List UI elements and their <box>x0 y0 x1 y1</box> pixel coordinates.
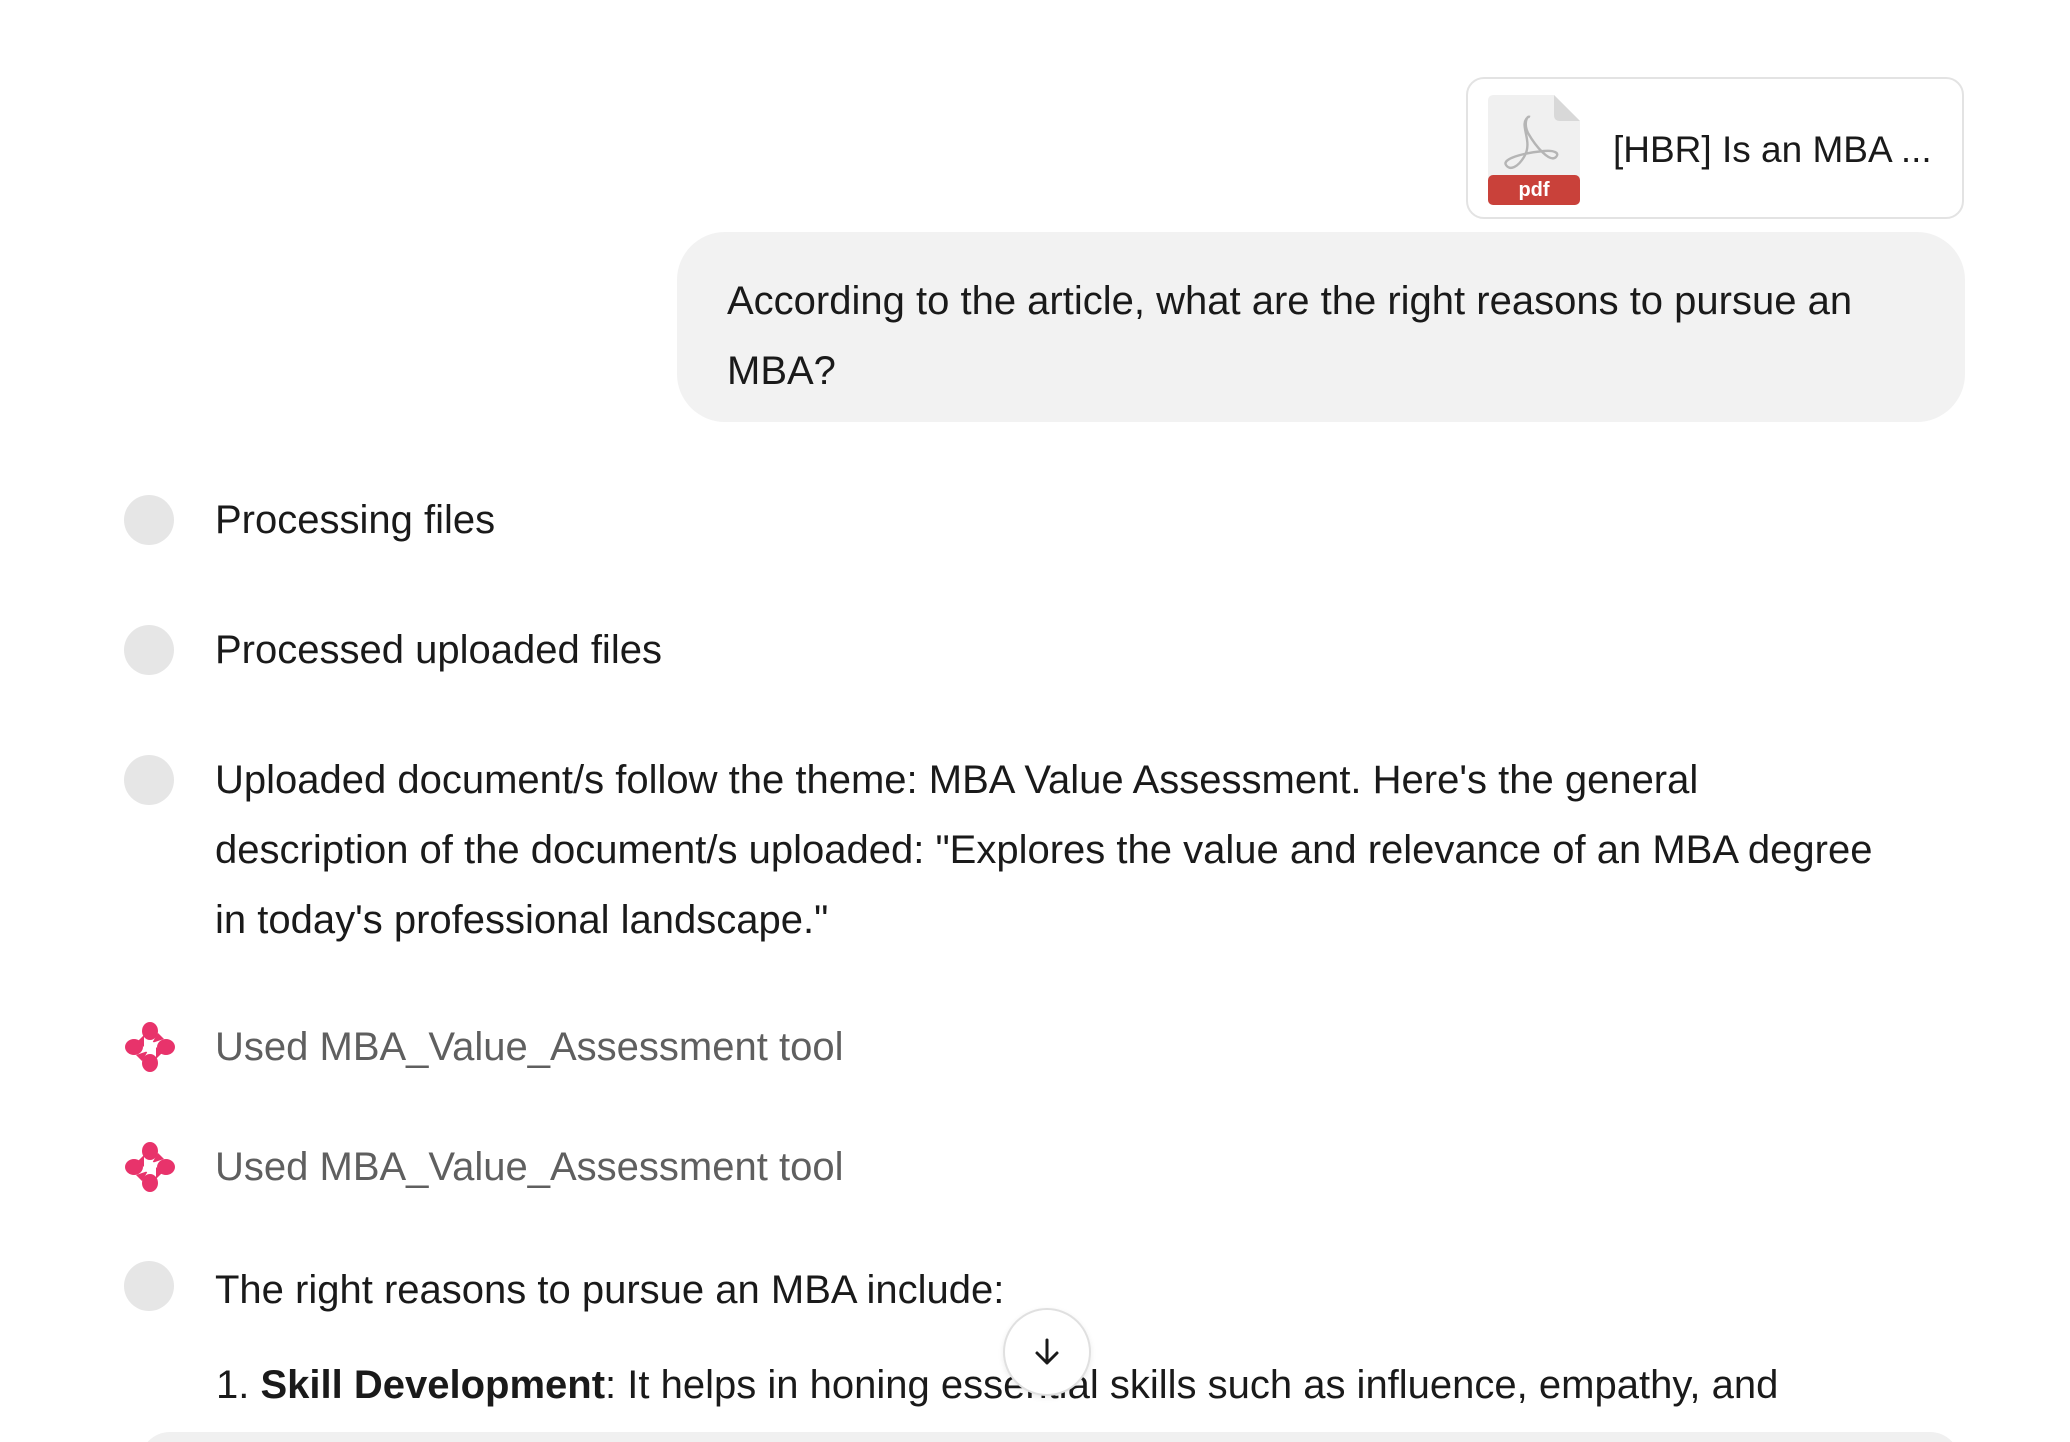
list-item-text: : It helps in honing essential skills su… <box>605 1363 1779 1407</box>
step-text: Uploaded document/s follow the theme: MB… <box>215 758 1873 942</box>
step-dot-icon <box>124 625 174 675</box>
arrow-down-icon <box>1035 1338 1059 1365</box>
tool-step-text: Used MBA_Value_Assessment tool <box>215 1145 844 1189</box>
composer-edge <box>140 1432 1960 1442</box>
tool-step-text: Used MBA_Value_Assessment tool <box>215 1025 844 1069</box>
pdf-file-icon: pdf <box>1488 95 1580 205</box>
attachment-file-name: [HBR] Is an MBA ... <box>1613 129 1932 170</box>
tool-icon <box>125 1022 175 1072</box>
tool-icon <box>125 1142 175 1192</box>
step-dot-icon <box>124 755 174 805</box>
step-dot-icon <box>124 1261 174 1311</box>
chat-page: pdf [HBR] Is an MBA ... According to the… <box>0 0 2070 1442</box>
list-item-title: Skill Development <box>260 1363 606 1407</box>
step-text: Processed uploaded files <box>215 628 662 672</box>
list-number: 1. <box>216 1363 250 1407</box>
svg-text:pdf: pdf <box>1518 179 1549 201</box>
step-text: Processing files <box>215 498 496 542</box>
user-message-bubble: According to the article, what are the r… <box>677 232 1965 422</box>
user-message-text: According to the article, what are the r… <box>727 279 1853 393</box>
scroll-down-button[interactable] <box>1003 1308 1091 1396</box>
step-dot-icon <box>124 495 174 545</box>
attachment-card[interactable]: pdf [HBR] Is an MBA ... <box>1466 77 1964 219</box>
